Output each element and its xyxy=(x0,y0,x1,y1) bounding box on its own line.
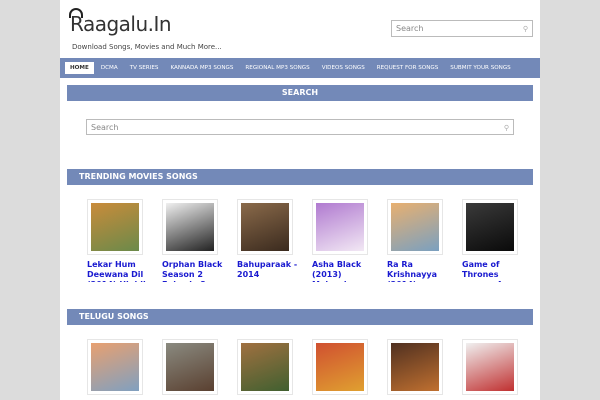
tagline: Download Songs, Movies and Much More... xyxy=(72,43,222,51)
nav-request-songs[interactable]: REQUEST FOR SONGS xyxy=(372,62,444,74)
thumbnail[interactable] xyxy=(312,339,368,395)
thumbnail[interactable] xyxy=(237,199,293,255)
nav-tv-series[interactable]: TV SERIES xyxy=(125,62,164,74)
thumbnail[interactable] xyxy=(387,199,443,255)
cover-image xyxy=(391,203,439,251)
cover-image xyxy=(391,343,439,391)
cover-image xyxy=(316,343,364,391)
thumbnail[interactable] xyxy=(462,199,518,255)
nav-dcma[interactable]: DCMA xyxy=(96,62,123,74)
thumbnail[interactable] xyxy=(312,199,368,255)
header-search-input[interactable]: Search ⚲ xyxy=(391,20,533,37)
nav-videos-songs[interactable]: VIDEOS SONGS xyxy=(317,62,370,74)
search-placeholder: Search xyxy=(396,24,424,33)
item-title-link[interactable]: Orphan Black Season 2 Episode 8 xyxy=(162,260,224,282)
list-item[interactable]: Ra Ra Krishnayya (2014) xyxy=(387,199,462,282)
logo-text: Raagalu.In xyxy=(70,12,172,36)
item-title-link[interactable]: Asha Black (2013) Malayalam xyxy=(312,260,374,282)
site-logo[interactable]: Raagalu.In xyxy=(69,8,172,36)
list-item[interactable]: Bahuparaak - 2014 xyxy=(237,199,312,282)
search-icon[interactable]: ⚲ xyxy=(504,124,509,132)
thumbnail[interactable] xyxy=(162,339,218,395)
thumbnail[interactable] xyxy=(87,339,143,395)
list-item[interactable] xyxy=(462,339,537,395)
cover-image xyxy=(166,203,214,251)
list-item[interactable] xyxy=(312,339,387,395)
cover-image xyxy=(241,203,289,251)
cover-image xyxy=(91,343,139,391)
thumbnail[interactable] xyxy=(462,339,518,395)
list-item[interactable]: Orphan Black Season 2 Episode 8 xyxy=(162,199,237,282)
main-nav: HOME DCMA TV SERIES KANNADA MP3 SONGS RE… xyxy=(60,58,540,78)
search-heading: SEARCH xyxy=(67,85,533,101)
cover-image xyxy=(91,203,139,251)
list-item[interactable] xyxy=(87,339,162,395)
search-icon[interactable]: ⚲ xyxy=(523,25,528,33)
thumbnail[interactable] xyxy=(237,339,293,395)
search-placeholder: Search xyxy=(91,123,119,132)
thumbnail[interactable] xyxy=(387,339,443,395)
list-item[interactable] xyxy=(387,339,462,395)
main-search-input[interactable]: Search ⚲ xyxy=(86,119,514,135)
trending-list: Lekar Hum Deewana Dil (2014) Hinidi Orpha… xyxy=(87,199,537,282)
cover-image xyxy=(166,343,214,391)
telugu-list xyxy=(87,339,537,395)
item-title-link[interactable]: Bahuparaak - 2014 xyxy=(237,260,299,282)
cover-image xyxy=(466,203,514,251)
list-item[interactable] xyxy=(162,339,237,395)
thumbnail[interactable] xyxy=(87,199,143,255)
list-item[interactable]: Game of Thrones season 4 xyxy=(462,199,537,282)
cover-image xyxy=(241,343,289,391)
nav-regional-mp3[interactable]: REGIONAL MP3 SONGS xyxy=(240,62,314,74)
item-title-link[interactable]: Game of Thrones season 4 xyxy=(462,260,524,282)
nav-kannada-mp3[interactable]: KANNADA MP3 SONGS xyxy=(165,62,238,74)
cover-image xyxy=(466,343,514,391)
list-item[interactable]: Asha Black (2013) Malayalam xyxy=(312,199,387,282)
trending-heading: TRENDING MOVIES SONGS xyxy=(67,169,533,185)
page: Raagalu.In Download Songs, Movies and Mu… xyxy=(60,0,540,400)
headphones-icon xyxy=(69,8,83,18)
item-title-link[interactable]: Ra Ra Krishnayya (2014) xyxy=(387,260,449,282)
nav-submit-songs[interactable]: SUBMIT YOUR SONGS xyxy=(445,62,515,74)
list-item[interactable]: Lekar Hum Deewana Dil (2014) Hinidi xyxy=(87,199,162,282)
telugu-heading: TELUGU SONGS xyxy=(67,309,533,325)
thumbnail[interactable] xyxy=(162,199,218,255)
list-item[interactable] xyxy=(237,339,312,395)
cover-image xyxy=(316,203,364,251)
item-title-link[interactable]: Lekar Hum Deewana Dil (2014) Hinidi xyxy=(87,260,149,282)
nav-home[interactable]: HOME xyxy=(65,62,94,74)
